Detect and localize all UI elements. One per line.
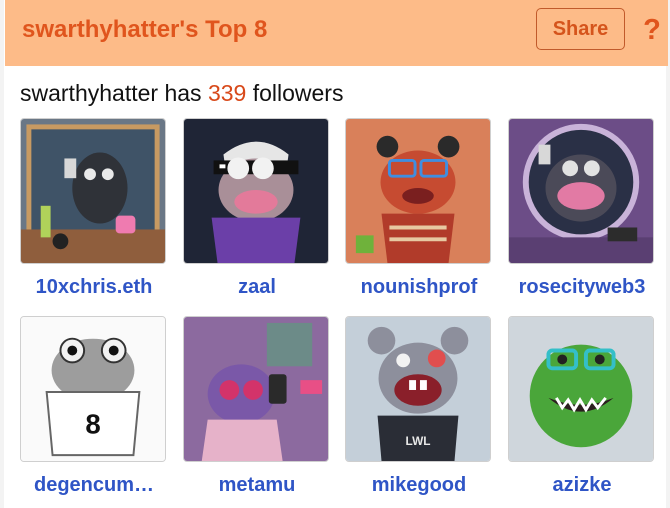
followers-suffix: followers bbox=[252, 80, 344, 106]
share-button[interactable]: Share bbox=[536, 8, 625, 50]
friend-name[interactable]: mikegood bbox=[345, 474, 493, 497]
friend-card[interactable]: nounishprof bbox=[345, 118, 493, 299]
friend-name[interactable]: rosecityweb3 bbox=[508, 276, 656, 299]
friend-avatar[interactable] bbox=[345, 118, 491, 264]
friend-card[interactable]: metamu bbox=[183, 316, 331, 497]
friend-name[interactable]: metamu bbox=[183, 474, 331, 497]
followers-line: swarthyhatter has 339 followers bbox=[20, 80, 343, 107]
friend-name[interactable]: nounishprof bbox=[345, 276, 493, 299]
friend-avatar[interactable]: 8 bbox=[20, 316, 166, 462]
friend-card[interactable]: rosecityweb3 bbox=[508, 118, 656, 299]
followers-count: 339 bbox=[207, 80, 247, 106]
friend-name[interactable]: degencum… bbox=[20, 474, 168, 497]
friend-card[interactable]: azizke bbox=[508, 316, 656, 497]
friend-avatar[interactable] bbox=[508, 316, 654, 462]
friend-avatar[interactable] bbox=[183, 118, 329, 264]
friend-name[interactable]: zaal bbox=[183, 276, 331, 299]
svg-text:LWL: LWL bbox=[406, 434, 431, 448]
friend-name[interactable]: azizke bbox=[508, 474, 656, 497]
friend-name[interactable]: 10xchris.eth bbox=[20, 276, 168, 299]
friend-card[interactable]: 8 degencum… bbox=[20, 316, 168, 497]
friend-avatar[interactable] bbox=[20, 118, 166, 264]
friend-avatar[interactable] bbox=[508, 118, 654, 264]
friend-avatar[interactable] bbox=[183, 316, 329, 462]
friend-avatar[interactable]: LWL bbox=[345, 316, 491, 462]
help-icon[interactable]: ? bbox=[638, 10, 666, 50]
friend-card[interactable]: LWL mikegood bbox=[345, 316, 493, 497]
followers-has: has bbox=[164, 80, 202, 106]
followers-username: swarthyhatter bbox=[20, 80, 159, 106]
page-title: swarthyhatter's Top 8 bbox=[22, 16, 268, 43]
friend-card[interactable]: 10xchris.eth bbox=[20, 118, 168, 299]
header-bar: swarthyhatter's Top 8 Share ? bbox=[5, 0, 668, 66]
friend-card[interactable]: zaal bbox=[183, 118, 331, 299]
svg-text:8: 8 bbox=[85, 408, 100, 439]
